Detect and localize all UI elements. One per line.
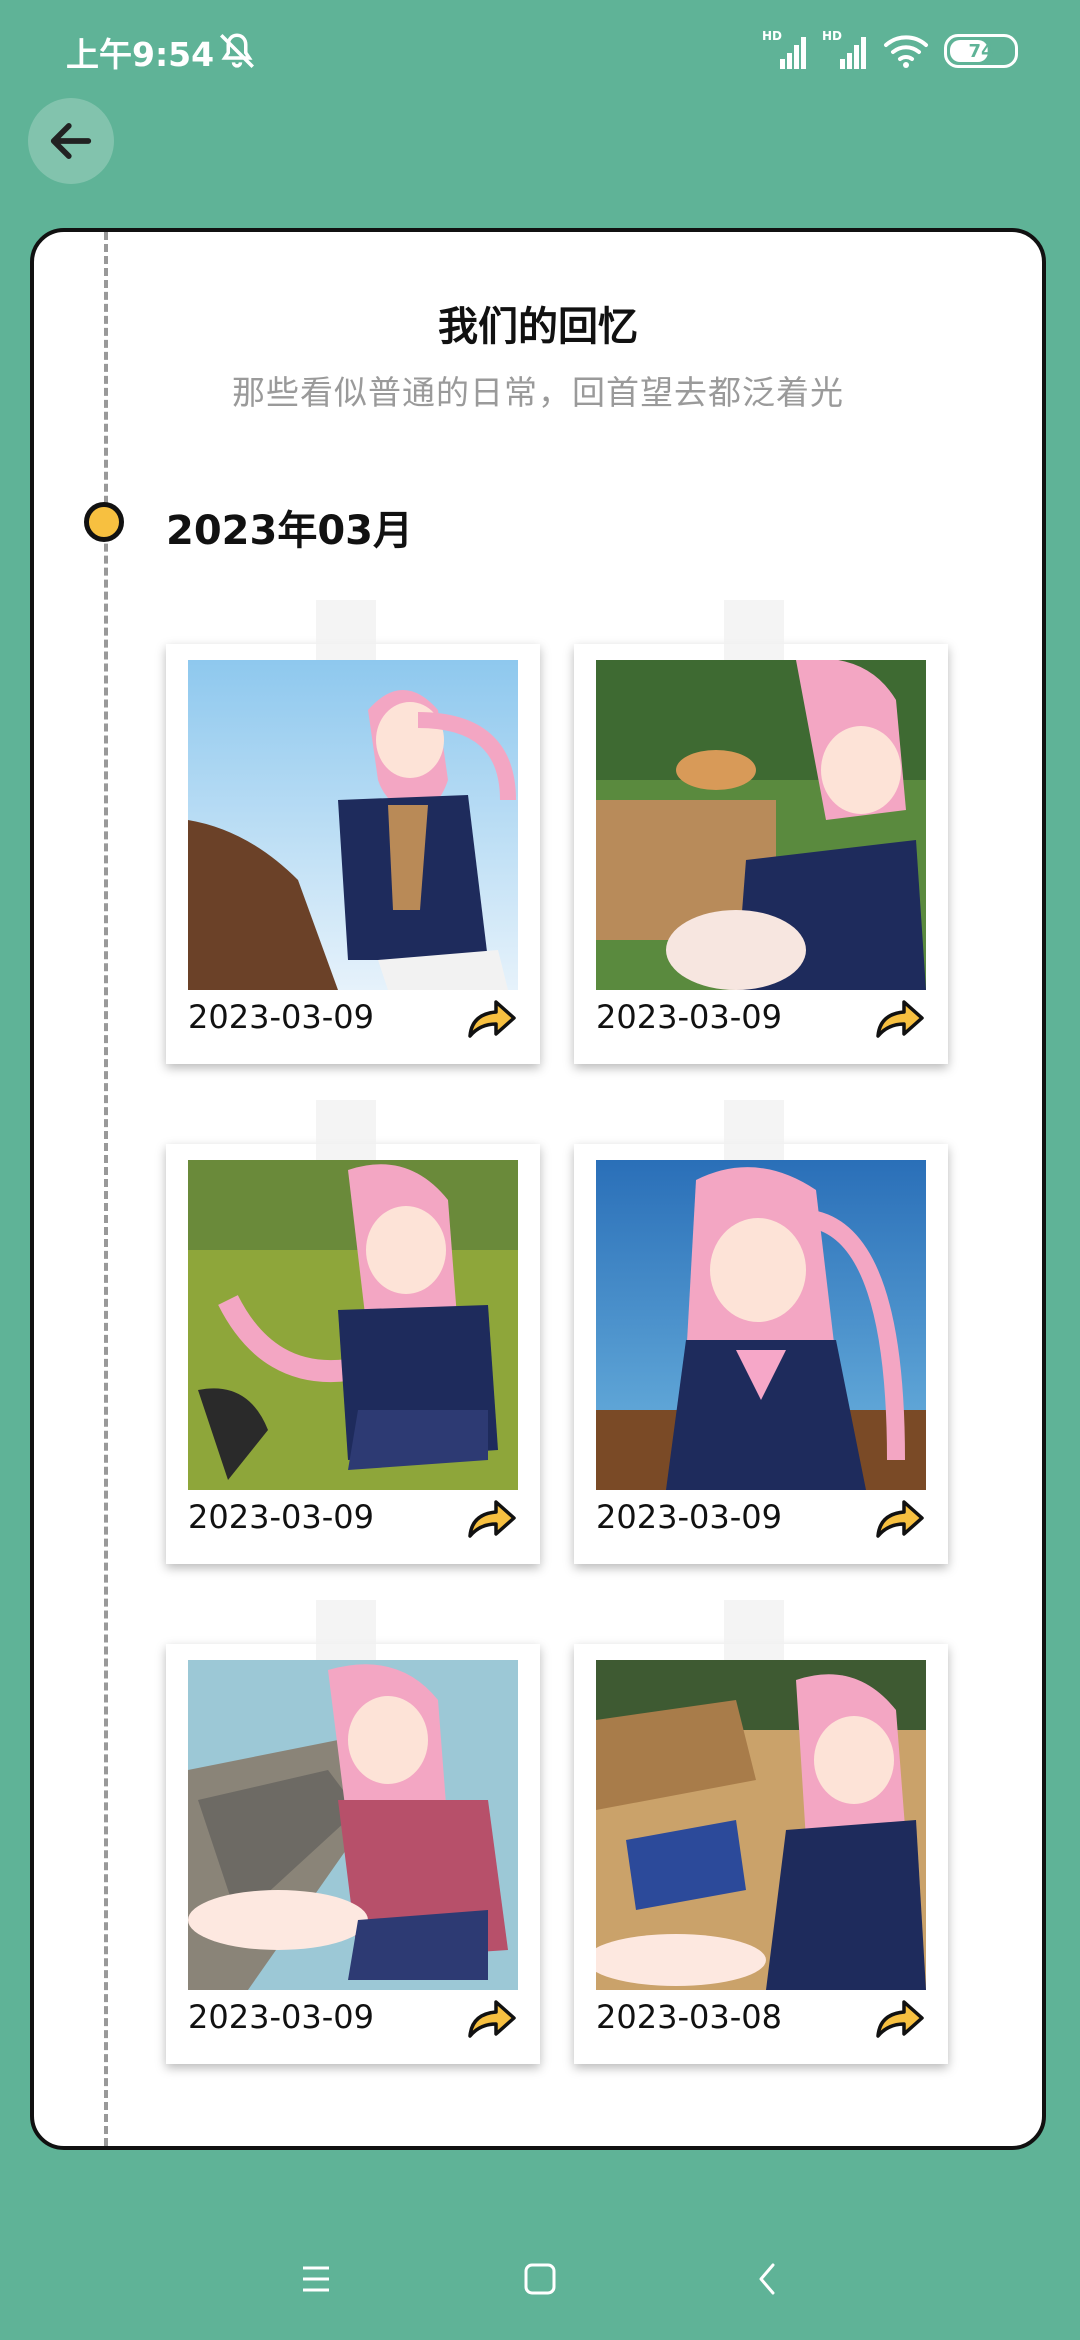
tape-decoration — [724, 1100, 784, 1166]
tape-decoration — [724, 1600, 784, 1666]
photo-card[interactable]: 2023-03-08 — [574, 1600, 948, 2064]
photo-date: 2023-03-09 — [188, 1998, 374, 2036]
system-nav-bar — [0, 2220, 1080, 2340]
photo-image[interactable] — [596, 660, 926, 990]
status-bar: 上午9:54 HD HD 74 — [0, 0, 1080, 100]
page-subtitle: 那些看似普通的日常，回首望去都泛着光 — [232, 373, 844, 412]
nav-back-icon[interactable] — [745, 2256, 791, 2302]
status-indicators: HD HD 74 — [762, 28, 1018, 74]
signal-icon-2: HD — [822, 29, 868, 71]
home-icon[interactable] — [517, 2256, 563, 2302]
photo-date: 2023-03-09 — [596, 1498, 782, 1536]
photo-card[interactable]: 2023-03-09 — [574, 1100, 948, 1564]
share-icon[interactable] — [874, 1996, 926, 2042]
arrow-left-icon — [50, 123, 92, 159]
back-button[interactable] — [28, 98, 114, 184]
photo-date: 2023-03-09 — [188, 998, 374, 1036]
status-time: 上午9:54 — [66, 35, 215, 74]
signal-icon: HD — [762, 29, 808, 71]
tape-decoration — [316, 600, 376, 666]
photo-date: 2023-03-09 — [188, 1498, 374, 1536]
photo-date: 2023-03-08 — [596, 1998, 782, 2036]
photo-card[interactable]: 2023-03-09 — [166, 600, 540, 1064]
share-icon[interactable] — [466, 996, 518, 1042]
month-label: 2023年03月 — [166, 508, 413, 554]
signal-hd-label-2: HD — [822, 29, 843, 43]
menu-icon[interactable] — [293, 2256, 339, 2302]
tape-decoration — [724, 600, 784, 666]
memories-card: 我们的回忆 那些看似普通的日常，回首望去都泛着光 2023年03月 2023-0… — [30, 228, 1046, 2150]
photo-image[interactable] — [188, 1660, 518, 1990]
photo-image[interactable] — [188, 1160, 518, 1490]
photo-card[interactable]: 2023-03-09 — [166, 1100, 540, 1564]
page-title: 我们的回忆 — [438, 304, 638, 350]
tape-decoration — [316, 1100, 376, 1166]
photo-image[interactable] — [596, 1660, 926, 1990]
photo-image[interactable] — [188, 660, 518, 990]
share-icon[interactable] — [466, 1996, 518, 2042]
photo-card[interactable]: 2023-03-09 — [574, 600, 948, 1064]
signal-hd-label: HD — [762, 29, 783, 43]
battery-level: 74 — [968, 40, 994, 62]
share-icon[interactable] — [874, 1496, 926, 1542]
bell-muted-icon — [220, 33, 254, 68]
photo-image[interactable] — [596, 1160, 926, 1490]
photo-date: 2023-03-09 — [596, 998, 782, 1036]
share-icon[interactable] — [874, 996, 926, 1042]
share-icon[interactable] — [466, 1496, 518, 1542]
tape-decoration — [316, 1600, 376, 1666]
battery-icon: 74 — [944, 34, 1018, 68]
photo-card[interactable]: 2023-03-09 — [166, 1600, 540, 2064]
timeline-dot — [84, 502, 124, 542]
wifi-icon — [884, 35, 928, 68]
